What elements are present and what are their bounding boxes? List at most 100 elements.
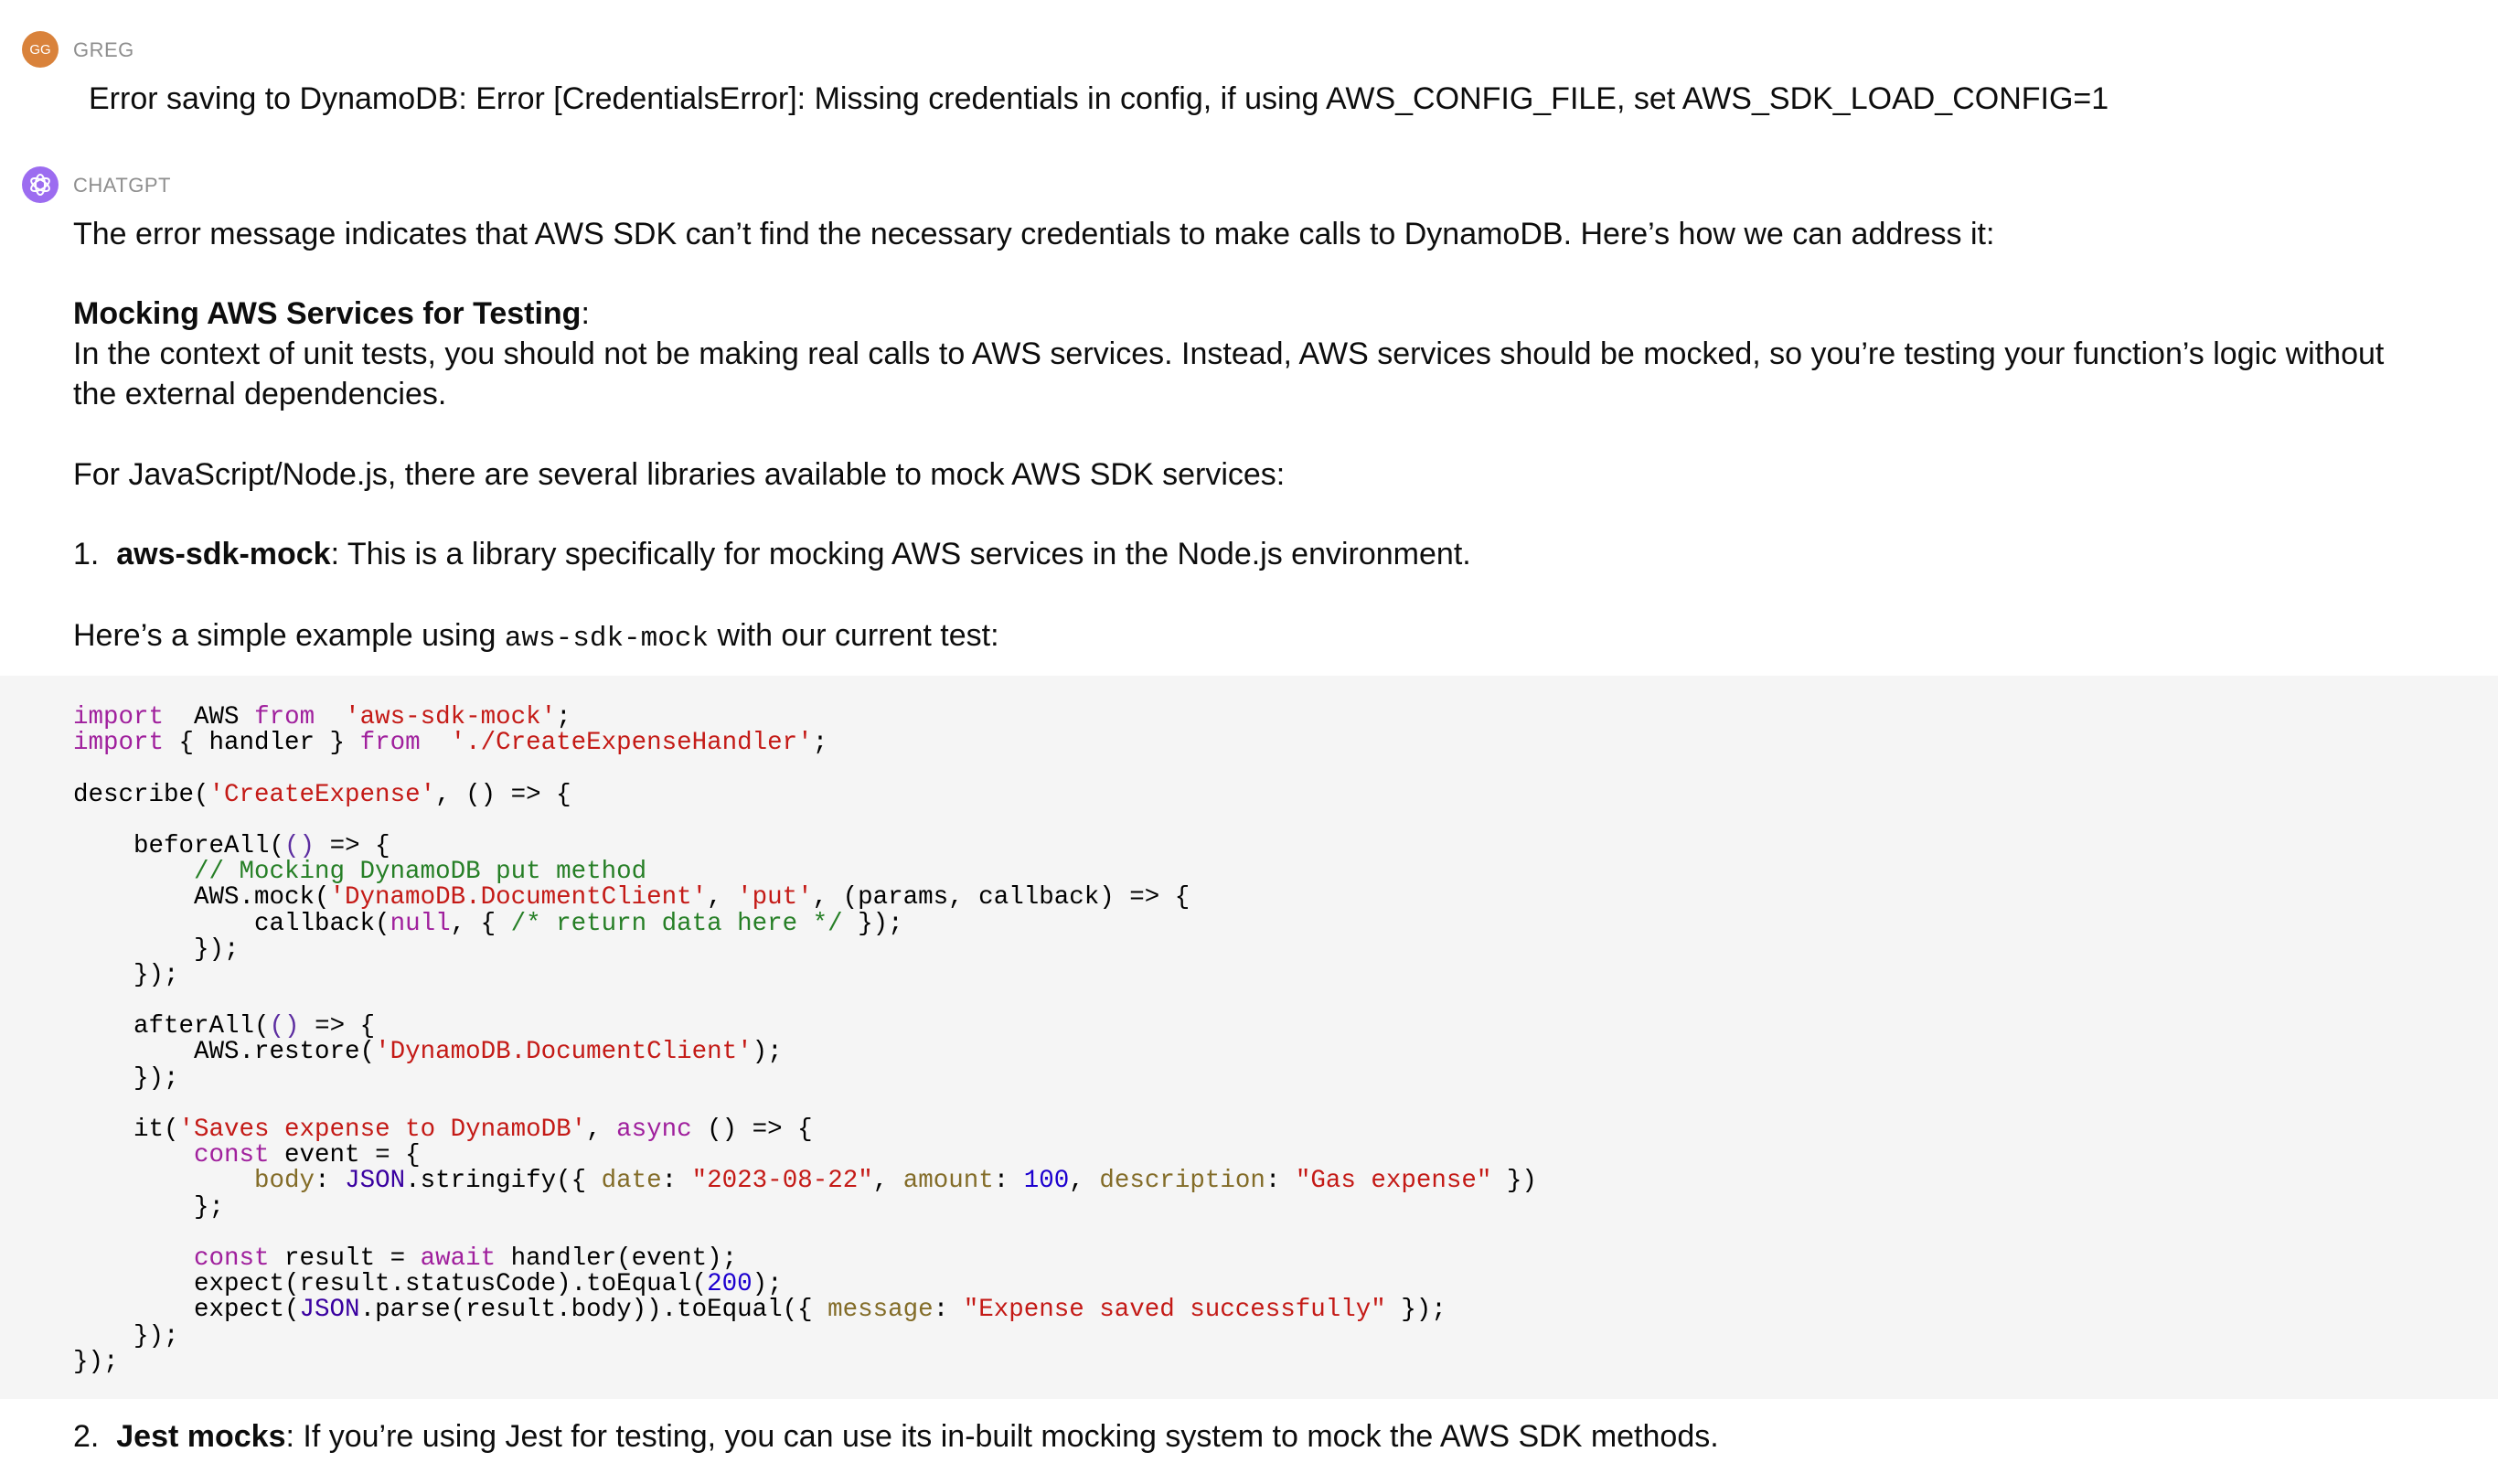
code-token: AWS.restore(: [73, 1038, 376, 1067]
code-token: const: [73, 1141, 270, 1170]
code-token: AWS: [164, 703, 255, 731]
list-item-1: 1. aws-sdk-mock: This is a library speci…: [73, 534, 2408, 574]
code-token: });: [842, 909, 903, 938]
paragraph-2: For JavaScript/Node.js, there are severa…: [73, 457, 1286, 492]
code-token: });: [73, 960, 179, 989]
list-title: Jest mocks: [116, 1419, 286, 1454]
example-post: with our current test:: [709, 618, 999, 653]
code-token: => {: [315, 831, 390, 860]
code-line: };: [73, 1194, 1537, 1221]
code-token: });: [1385, 1296, 1446, 1325]
code-token: , (params, callback) => {: [812, 883, 1190, 913]
code-token: amount: [902, 1167, 994, 1196]
code-token: );: [752, 1270, 783, 1299]
heading-text: Mocking AWS Services for Testing: [73, 296, 582, 331]
code-token: );: [752, 1038, 783, 1067]
code-line: import AWS from 'aws-sdk-mock';: [73, 703, 1537, 731]
code-token: 'DynamoDB.DocumentClient': [375, 1038, 753, 1067]
code-token: "Gas expense": [1295, 1167, 1492, 1196]
code-token: message: [827, 1296, 934, 1325]
code-token: .stringify({: [405, 1167, 602, 1196]
code-line: });: [73, 1347, 1537, 1376]
section-heading: Mocking AWS Services for Testing:: [73, 294, 2408, 334]
code-token: describe(: [73, 780, 209, 809]
code-token: 100: [1023, 1167, 1070, 1196]
code-token: result =: [269, 1244, 421, 1273]
list-number: 2.: [73, 1419, 100, 1454]
code-token: });: [73, 1321, 179, 1351]
code-token: AWS.mock(: [73, 883, 330, 913]
code-token: await: [420, 1244, 496, 1273]
code-line: callback(null, { /* return data here */ …: [73, 909, 1537, 938]
code-line: const event = {: [73, 1143, 1537, 1169]
code-token: ,: [1069, 1167, 1100, 1196]
code-token: null: [390, 909, 451, 938]
code-token: ;: [556, 703, 571, 731]
code-token: :: [993, 1167, 1024, 1196]
code-token: expect(: [73, 1296, 300, 1325]
code-token: });: [73, 1063, 179, 1093]
code-token: from: [254, 703, 315, 731]
code-token: () => {: [691, 1116, 813, 1144]
code-token: it(: [73, 1116, 179, 1144]
code-line: describe('CreateExpense', () => {: [73, 780, 1537, 809]
code-token: .parse(result.body)).toEqual({: [359, 1296, 828, 1325]
code-token: './CreateExpenseHandler': [450, 729, 813, 758]
code-line: });: [73, 960, 1537, 989]
code-token: // Mocking DynamoDB put method: [73, 858, 647, 887]
assistant-name: CHATGPT: [73, 174, 171, 197]
code-token: ,: [707, 883, 738, 913]
code-token: /* return data here */: [510, 909, 843, 938]
code-content: import AWS from 'aws-sdk-mock'; import { …: [73, 703, 1537, 1376]
user-avatar: GG: [22, 31, 59, 68]
code-token: , {: [450, 909, 511, 938]
user-message: Error saving to DynamoDB: Error [Credent…: [89, 81, 2109, 116]
code-token: body: [254, 1167, 315, 1196]
code-line: // Mocking DynamoDB put method: [73, 859, 1537, 885]
code-token: 'CreateExpense': [208, 780, 436, 809]
code-token: 'put': [737, 883, 813, 913]
code-token: 'DynamoDB.DocumentClient': [329, 883, 708, 913]
list-text: : If you’re using Jest for testing, you …: [285, 1419, 1719, 1454]
code-token: date: [601, 1167, 662, 1196]
code-line: afterAll(() => {: [73, 1014, 1537, 1040]
code-token: JSON: [299, 1296, 360, 1325]
example-pre: Here’s a simple example using: [73, 618, 505, 653]
heading-colon: :: [581, 296, 590, 331]
code-token: beforeAll(: [73, 831, 285, 860]
code-token: import: [73, 729, 165, 758]
code-token: ,: [872, 1167, 903, 1196]
code-token: const: [73, 1244, 270, 1273]
code-token: handler(event);: [496, 1244, 738, 1273]
code-line: });: [73, 1321, 1537, 1351]
code-token: (): [284, 831, 315, 860]
code-token: 'aws-sdk-mock': [345, 703, 557, 731]
code-token: , () => {: [435, 780, 571, 809]
code-token: from: [359, 729, 421, 758]
code-token: JSON: [345, 1167, 406, 1196]
code-token: });: [73, 934, 240, 964]
code-token: :: [661, 1167, 692, 1196]
code-line: const result = await handler(event);: [73, 1244, 1537, 1273]
code-token: "Expense saved successfully": [963, 1296, 1386, 1325]
intro-text: The error message indicates that AWS SDK…: [73, 217, 1995, 251]
code-token: "2023-08-22": [691, 1167, 873, 1196]
code-token: :: [315, 1167, 346, 1196]
user-name: GREG: [73, 38, 134, 61]
code-line: AWS.mock('DynamoDB.DocumentClient', 'put…: [73, 885, 1537, 911]
code-token: import: [73, 703, 165, 731]
code-token: }): [1491, 1167, 1537, 1196]
code-line: body: JSON.stringify({ date: "2023-08-22…: [73, 1169, 1537, 1194]
code-line: expect(JSON.parse(result.body)).toEqual(…: [73, 1297, 1537, 1323]
code-line: it('Saves expense to DynamoDB', async ()…: [73, 1116, 1537, 1144]
code-token: ,: [586, 1116, 617, 1144]
code-token: });: [73, 1347, 119, 1376]
code-line: expect(result.statusCode).toEqual(200);: [73, 1272, 1537, 1297]
code-line: });: [73, 934, 1537, 964]
code-token: (): [269, 1012, 300, 1041]
